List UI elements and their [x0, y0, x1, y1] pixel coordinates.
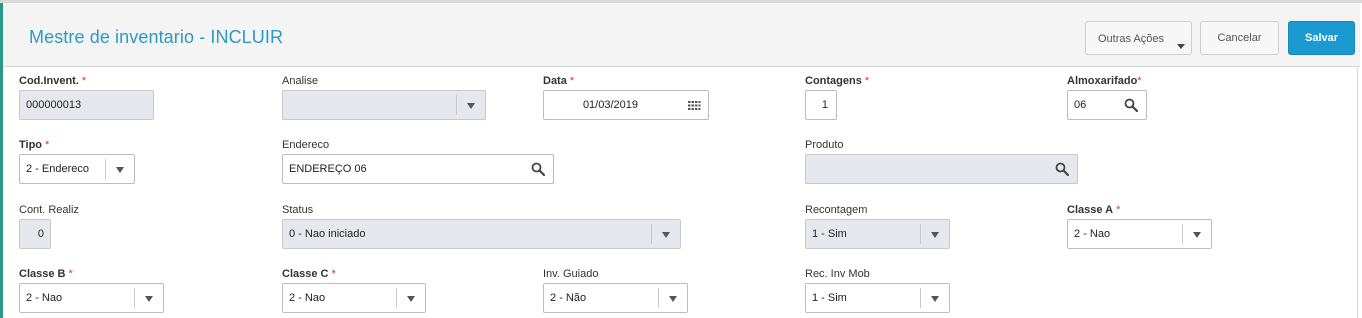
- chevron-down-icon: [931, 232, 939, 238]
- status-select[interactable]: 0 - Nao iniciado: [282, 219, 681, 249]
- data-value: 01/03/2019: [582, 99, 638, 111]
- save-button[interactable]: Salvar: [1288, 21, 1355, 55]
- data-label: Data *: [543, 75, 575, 87]
- cont-realiz-value: 0: [37, 228, 44, 240]
- select-separator: [920, 288, 921, 308]
- analise-select[interactable]: [282, 90, 486, 120]
- endereco-value: ENDEREÇO 06: [289, 163, 367, 175]
- select-separator: [1182, 224, 1183, 244]
- rec-inv-mob-select[interactable]: 1 - Sim: [805, 283, 950, 313]
- cod-invent-field[interactable]: 000000013: [19, 90, 154, 120]
- cancel-button[interactable]: Cancelar: [1200, 21, 1279, 55]
- select-separator: [105, 159, 106, 179]
- select-separator: [456, 95, 457, 115]
- endereco-field[interactable]: ENDEREÇO 06: [282, 154, 554, 184]
- produto-field[interactable]: [805, 154, 1078, 184]
- recontagem-label: Recontagem: [805, 204, 868, 216]
- classe-c-select[interactable]: 2 - Nao: [282, 283, 426, 313]
- more-actions-label: Outras Ações: [1098, 33, 1165, 45]
- classe-a-label: Classe A *: [1067, 204, 1121, 216]
- caret-down-icon: [1177, 44, 1185, 49]
- chevron-down-icon: [662, 232, 670, 238]
- select-separator: [134, 288, 135, 308]
- calendar-icon[interactable]: [687, 99, 701, 113]
- endereco-label: Endereco: [282, 139, 330, 151]
- more-actions-button[interactable]: Outras Ações: [1085, 21, 1192, 55]
- contagens-field[interactable]: 1: [805, 90, 837, 120]
- inv-guiado-label: Inv. Guiado: [543, 268, 599, 280]
- page-title: Mestre de inventario - INCLUIR: [29, 27, 284, 47]
- recontagem-select[interactable]: 1 - Sim: [805, 219, 950, 249]
- recontagem-value: 1 - Sim: [812, 228, 847, 240]
- cont-realiz-label: Cont. Realiz: [19, 204, 79, 216]
- cod-invent-value: 000000013: [26, 99, 82, 111]
- classe-c-label: Classe C *: [282, 268, 336, 280]
- classe-b-value: 2 - Nao: [26, 292, 63, 304]
- produto-label: Produto: [805, 139, 844, 151]
- almoxarifado-value: 06: [1074, 99, 1087, 111]
- rec-inv-mob-label: Rec. Inv Mob: [805, 268, 870, 280]
- classe-a-select[interactable]: 2 - Nao: [1067, 219, 1212, 249]
- chevron-down-icon: [669, 296, 677, 302]
- search-icon[interactable]: [1124, 98, 1138, 112]
- contagens-value: 1: [821, 99, 828, 111]
- chevron-down-icon: [145, 296, 153, 302]
- select-separator: [658, 288, 659, 308]
- status-label: Status: [282, 204, 314, 216]
- classe-c-value: 2 - Nao: [289, 292, 326, 304]
- inv-guiado-value: 2 - Não: [550, 292, 587, 304]
- chevron-down-icon: [931, 296, 939, 302]
- rec-inv-mob-value: 1 - Sim: [812, 292, 847, 304]
- tipo-value: 2 - Endereco: [26, 163, 89, 175]
- status-value: 0 - Nao iniciado: [289, 228, 366, 240]
- search-icon[interactable]: [531, 162, 545, 176]
- cont-realiz-field[interactable]: 0: [19, 219, 51, 249]
- almoxarifado-label: Almoxarifado*: [1067, 75, 1142, 87]
- select-separator: [920, 224, 921, 244]
- almoxarifado-field[interactable]: 06: [1067, 90, 1147, 120]
- search-icon[interactable]: [1055, 162, 1069, 176]
- select-separator: [651, 224, 652, 244]
- inv-guiado-select[interactable]: 2 - Não: [543, 283, 688, 313]
- data-field[interactable]: 01/03/2019: [543, 90, 709, 120]
- tipo-select[interactable]: 2 - Endereco: [19, 154, 135, 184]
- tipo-label: Tipo *: [19, 139, 50, 151]
- cod-invent-label: Cod.Invent. *: [19, 75, 87, 87]
- classe-b-label: Classe B *: [19, 268, 73, 280]
- page-header: Mestre de inventario - INCLUIR Outras Aç…: [3, 3, 1360, 67]
- select-separator: [396, 288, 397, 308]
- classe-a-value: 2 - Nao: [1074, 228, 1111, 240]
- analise-label: Analise: [282, 75, 319, 87]
- chevron-down-icon: [407, 296, 415, 302]
- chevron-down-icon: [116, 167, 124, 173]
- classe-b-select[interactable]: 2 - Nao: [19, 283, 164, 313]
- contagens-label: Contagens *: [805, 75, 870, 87]
- form-area: Cod.Invent. * 000000013 Analise Data * 01/…: [3, 67, 1358, 318]
- chevron-down-icon: [1193, 232, 1201, 238]
- chevron-down-icon: [467, 103, 475, 109]
